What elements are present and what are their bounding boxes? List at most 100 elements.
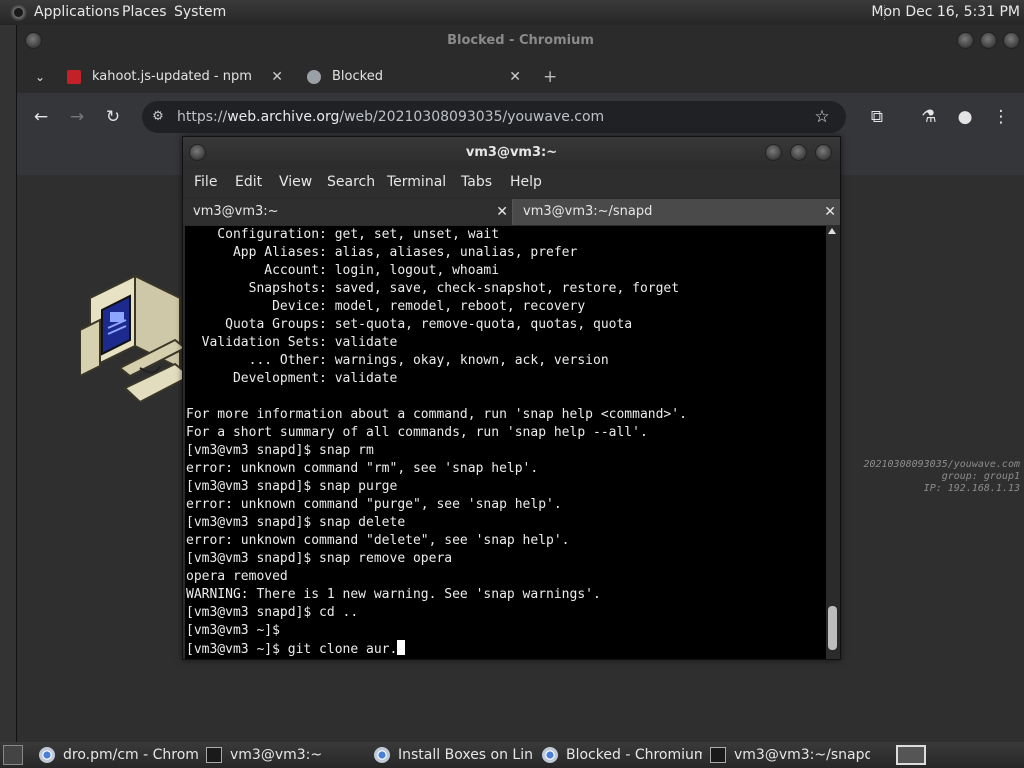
bookmark-star-icon[interactable]: ☆ <box>810 105 834 129</box>
terminal-line: [vm3@vm3 snapd]$ snap delete <box>186 515 406 530</box>
archive-watermark: 20210308093035/youwave.com group: group1… <box>840 459 1020 495</box>
terminal-tab-home[interactable]: vm3@vm3:~ ✕ <box>183 199 513 225</box>
forward-arrow-icon[interactable]: → <box>65 105 89 129</box>
terminal-line: [vm3@vm3 ~]$ <box>186 623 280 638</box>
tab-close-icon[interactable]: ✕ <box>271 61 283 93</box>
url-host: web.archive.org <box>227 109 340 125</box>
address-bar[interactable]: ⚙ https://web.archive.org/web/2021030809… <box>142 101 846 133</box>
chromium-icon <box>374 747 390 763</box>
minimize-icon[interactable] <box>765 144 782 161</box>
terminal-tab-bar: vm3@vm3:~ ✕ vm3@vm3:~/snapd ✕ <box>183 199 840 225</box>
terminal-icon <box>710 747 726 763</box>
workspace-switcher[interactable] <box>896 745 926 765</box>
menu-search[interactable]: Search <box>327 174 375 190</box>
taskbar-item[interactable]: Install Boxes on Lin... <box>374 744 534 766</box>
terminal-icon <box>206 747 222 763</box>
tab-label: kahoot.js-updated - npm <box>92 69 252 84</box>
terminal-scrollbar[interactable] <box>826 226 839 659</box>
taskbar-item-label: Install Boxes on Lin... <box>398 747 534 763</box>
terminal-line: [vm3@vm3 snapd]$ snap rm <box>186 443 374 458</box>
applications-menu[interactable]: Applications <box>34 4 120 20</box>
reload-icon[interactable]: ↻ <box>101 105 125 129</box>
scroll-up-arrow-icon[interactable] <box>828 228 836 234</box>
site-settings-icon[interactable]: ⚙ <box>146 105 170 129</box>
menu-tabs[interactable]: Tabs <box>461 174 492 190</box>
menu-file[interactable]: File <box>194 174 217 190</box>
terminal-line: Device: model, remodel, reboot, recovery <box>186 299 586 314</box>
taskbar-item[interactable]: Blocked - Chromium <box>542 744 702 766</box>
blocked-computer-illustration <box>80 274 190 404</box>
close-icon[interactable] <box>815 144 832 161</box>
terminal-line: error: unknown command "rm", see 'snap h… <box>186 461 539 476</box>
terminal-menubar: File Edit View Search Terminal Tabs Help <box>183 169 840 197</box>
menu-help[interactable]: Help <box>510 174 542 190</box>
taskbar-item[interactable]: vm3@vm3:~ <box>206 744 366 766</box>
profile-avatar-icon[interactable]: ● <box>953 105 977 129</box>
terminal-line: For more information about a command, ru… <box>186 407 687 422</box>
terminal-output[interactable]: Configuration: get, set, unset, wait App… <box>185 226 827 659</box>
tab-close-icon[interactable]: ✕ <box>509 61 521 93</box>
show-desktop-icon[interactable] <box>3 745 23 765</box>
chromium-titlebar[interactable]: Blocked - Chromium <box>17 25 1024 57</box>
watermark-line: IP: 192.168.1.13 <box>923 483 1020 494</box>
maximize-icon[interactable] <box>980 32 997 49</box>
terminal-line: [vm3@vm3 snapd]$ snap remove opera <box>186 551 453 566</box>
terminal-tab-snapd[interactable]: vm3@vm3:~/snapd ✕ <box>513 199 840 225</box>
maximize-icon[interactable] <box>790 144 807 161</box>
chromium-toolbar: ← → ↻ ⚙ https://web.archive.org/web/2021… <box>17 93 1024 141</box>
menu-kebab-icon[interactable]: ⋮ <box>989 105 1013 129</box>
labs-flask-icon[interactable]: ⚗ <box>917 105 941 129</box>
url-path: /web/20210308093035/youwave.com <box>339 109 605 125</box>
extensions-puzzle-icon[interactable]: ⧉ <box>865 105 889 129</box>
window-menu-icon[interactable] <box>25 32 42 49</box>
tab-close-icon[interactable]: ✕ <box>824 199 836 225</box>
terminal-line: opera removed <box>186 569 288 584</box>
terminal-titlebar[interactable]: vm3@vm3:~ <box>183 137 840 169</box>
new-tab-plus-icon[interactable]: + <box>543 61 559 93</box>
menu-view[interactable]: View <box>279 174 312 190</box>
taskbar-item[interactable]: dro.pm/cm - Chrom... <box>39 744 199 766</box>
back-arrow-icon[interactable]: ← <box>29 105 53 129</box>
terminal-line: Configuration: get, set, unset, wait <box>186 227 500 242</box>
menu-edit[interactable]: Edit <box>235 174 262 190</box>
terminal-line: Validation Sets: validate <box>186 335 398 350</box>
terminal-window-title: vm3@vm3:~ <box>465 145 558 160</box>
npm-favicon-icon <box>67 70 81 84</box>
terminal-cursor <box>397 640 406 655</box>
tab-label: Blocked <box>332 69 383 84</box>
tab-kahoot[interactable]: kahoot.js-updated - npm ✕ <box>67 61 283 93</box>
chromium-window-title: Blocked - Chromium <box>447 33 594 48</box>
terminal-line: [vm3@vm3 ~]$ git clone aur. <box>186 640 687 659</box>
tab-search-chevron-down-icon[interactable]: ⌄ <box>35 61 55 93</box>
chromium-tab-strip: ⌄ kahoot.js-updated - npm ✕ Blocked ✕ + <box>17 57 1024 93</box>
taskbar-item-label: Blocked - Chromium <box>566 747 702 763</box>
terminal-window: vm3@vm3:~ File Edit View Search Terminal… <box>182 136 841 660</box>
close-icon[interactable] <box>1003 32 1020 49</box>
taskbar-item[interactable]: vm3@vm3:~/snapd <box>710 744 870 766</box>
scrollbar-thumb[interactable] <box>828 606 837 650</box>
terminal-tab-label: vm3@vm3:~ <box>193 204 279 219</box>
tab-blocked[interactable]: Blocked ✕ <box>307 61 521 93</box>
terminal-line: ... Other: warnings, okay, known, ack, v… <box>186 353 609 368</box>
terminal-line: [vm3@vm3 snapd]$ cd .. <box>186 605 359 620</box>
system-menu[interactable]: System <box>174 4 226 20</box>
terminal-line: For a short summary of all commands, run… <box>186 425 648 440</box>
watermark-line: 20210308093035/youwave.com <box>863 459 1020 470</box>
tab-close-icon[interactable]: ✕ <box>496 199 508 225</box>
terminal-tab-label: vm3@vm3:~/snapd <box>523 204 653 219</box>
top-panel: Applications Places System Mon Dec 16, 5… <box>0 0 1024 25</box>
window-menu-icon[interactable] <box>189 144 206 161</box>
terminal-line: Development: validate <box>186 371 398 386</box>
terminal-line: Account: login, logout, whoami <box>186 263 500 278</box>
minimize-icon[interactable] <box>957 32 974 49</box>
panel-clock[interactable]: Mon Dec 16, 5:31 PM <box>871 4 1020 20</box>
terminal-line: App Aliases: alias, aliases, unalias, pr… <box>186 245 578 260</box>
menu-terminal[interactable]: Terminal <box>387 174 446 190</box>
terminal-line: error: unknown command "delete", see 'sn… <box>186 533 570 548</box>
terminal-line: Snapshots: saved, save, check-snapshot, … <box>186 281 680 296</box>
chromium-icon <box>39 747 55 763</box>
places-menu[interactable]: Places <box>122 4 167 20</box>
watermark-line: group: group1 <box>941 471 1020 482</box>
gnome-foot-icon[interactable] <box>10 4 27 21</box>
